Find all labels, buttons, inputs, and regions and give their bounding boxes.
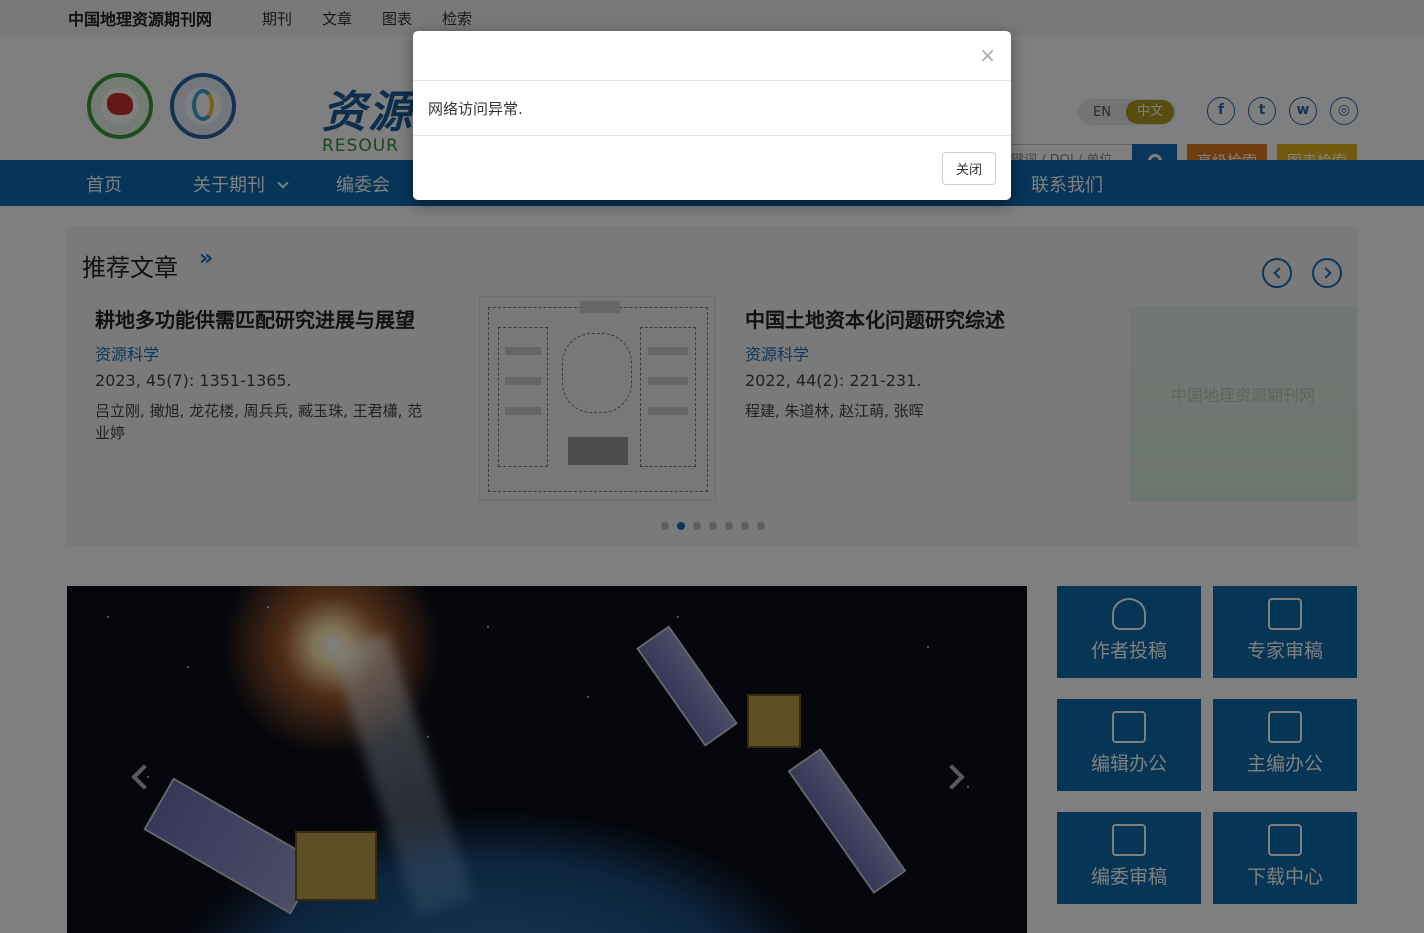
dialog-header: × [413,31,1011,81]
error-dialog: × 网络访问异常. 关闭 [413,31,1011,200]
dialog-footer: 关闭 [413,136,1011,199]
dialog-message: 网络访问异常. [413,81,1011,136]
close-button[interactable]: 关闭 [942,152,996,185]
close-icon[interactable]: × [979,43,996,67]
